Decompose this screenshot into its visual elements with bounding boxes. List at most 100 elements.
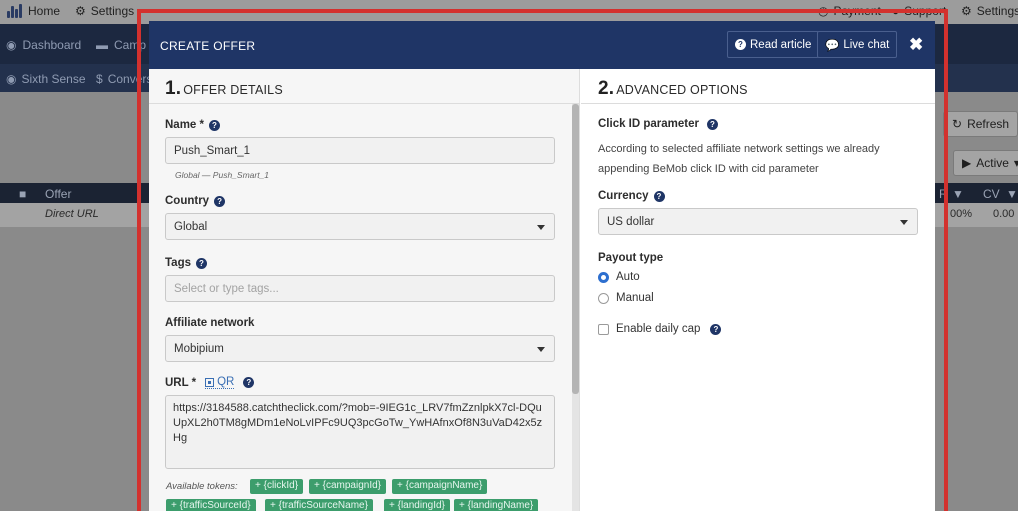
select-all-checkbox[interactable]: ■: [19, 187, 26, 201]
url-label: URL * QR ?: [165, 376, 255, 389]
name-value: Push_Smart_1: [174, 145, 251, 157]
advanced-options-title: 2. ADVANCED OPTIONS: [598, 78, 748, 100]
filter-icon[interactable]: ▼: [1006, 187, 1018, 201]
name-label: Name * ?: [165, 119, 220, 131]
settings-label: Settings: [976, 4, 1018, 18]
currency-label-text: Currency: [598, 190, 649, 202]
payout-type-label: Payout type: [598, 252, 663, 264]
token-click-id[interactable]: + {clickId}: [250, 479, 304, 494]
country-value: Global: [174, 221, 208, 233]
settings-link-right[interactable]: ⚙ Settings: [961, 4, 1018, 18]
settings-label: Settings: [90, 4, 135, 18]
read-article-button[interactable]: ? Read article: [727, 31, 820, 58]
payout-manual-radio[interactable]: Manual: [598, 292, 654, 304]
nav-sixth-sense[interactable]: ◉ Sixth Sense: [6, 72, 86, 86]
help-icon[interactable]: ?: [196, 257, 207, 269]
radio-selected-icon: [598, 271, 609, 283]
scrollbar-thumb[interactable]: [572, 104, 579, 394]
active-filter-button[interactable]: ▶ Active ▾: [953, 150, 1018, 176]
radio-unselected-icon: [598, 292, 609, 304]
nav-sixth-sense-label: Sixth Sense: [21, 72, 86, 86]
payout-auto-label: Auto: [616, 271, 640, 283]
tags-input[interactable]: Select or type tags...: [165, 275, 555, 302]
tags-label: Tags ?: [165, 257, 207, 269]
refresh-label: Refresh: [967, 117, 1010, 131]
live-chat-button[interactable]: 💬 Live chat: [817, 31, 898, 58]
eye-icon: ◉: [6, 72, 17, 86]
home-label: Home: [28, 4, 61, 18]
payout-label-text: Payout type: [598, 252, 664, 264]
currency-select[interactable]: US dollar: [598, 208, 918, 235]
row-value: 0.00: [993, 208, 1015, 220]
col-cv[interactable]: CV: [983, 187, 1000, 201]
col-offer[interactable]: Offer: [45, 187, 71, 201]
create-offer-modal: CREATE OFFER ? Read article 💬 Live chat …: [149, 21, 935, 511]
refresh-icon: ↻: [952, 117, 963, 131]
gear-icon: ⚙: [75, 4, 86, 18]
refresh-button[interactable]: ↻ Refresh: [943, 111, 1018, 137]
filter-icon[interactable]: ▼: [952, 187, 964, 201]
chevron-down-icon: [537, 225, 545, 230]
section-divider: [149, 103, 579, 104]
country-select[interactable]: Global: [165, 213, 555, 240]
play-icon: ▶: [962, 156, 972, 170]
help-icon: ?: [735, 39, 746, 50]
name-label-text: Name *: [165, 119, 204, 131]
gear-icon: ⚙: [961, 4, 972, 18]
payout-manual-label: Manual: [616, 292, 654, 304]
click-id-label: Click ID parameter ?: [598, 118, 718, 130]
currency-label: Currency ?: [598, 190, 665, 202]
help-icon[interactable]: ?: [707, 118, 718, 130]
url-textarea[interactable]: https://3184588.catchtheclick.com/?mob=-…: [165, 395, 555, 469]
token-campaign-id[interactable]: + {campaignId}: [309, 479, 386, 494]
settings-link-left[interactable]: ⚙ Settings: [75, 4, 134, 18]
modal-title: CREATE OFFER: [160, 39, 256, 53]
help-icon[interactable]: ?: [710, 323, 722, 335]
token-traffic-source-id[interactable]: + {trafficSourceId}: [166, 499, 256, 511]
active-label: Active: [976, 156, 1009, 170]
read-article-label: Read article: [750, 38, 812, 51]
country-label-text: Country: [165, 195, 210, 207]
caret-down-icon: ▾: [1013, 156, 1018, 170]
dashboard-icon: ◉: [6, 38, 17, 52]
help-icon[interactable]: ?: [653, 190, 665, 202]
logo-icon: [7, 4, 23, 18]
home-link[interactable]: Home: [7, 4, 60, 18]
token-traffic-source-name[interactable]: + {trafficSourceName}: [265, 499, 373, 511]
payout-auto-radio[interactable]: Auto: [598, 271, 640, 283]
tags-label-text: Tags: [165, 257, 191, 269]
token-landing-id[interactable]: + {landingId}: [384, 499, 450, 511]
checkbox-icon: [598, 323, 609, 335]
help-icon[interactable]: ?: [243, 377, 255, 388]
qr-label: QR: [217, 376, 235, 388]
close-icon[interactable]: ✖: [909, 36, 923, 53]
tokens-label: Available tokens:: [166, 481, 238, 492]
daily-cap-checkbox[interactable]: Enable daily cap ?: [598, 323, 722, 335]
qr-link[interactable]: QR: [205, 376, 235, 389]
name-input[interactable]: Push_Smart_1: [165, 137, 555, 164]
help-icon[interactable]: ?: [209, 119, 220, 131]
country-label: Country ?: [165, 195, 226, 207]
url-label-text: URL *: [165, 376, 197, 389]
affiliate-label-text: Affiliate network: [165, 317, 255, 329]
chevron-down-icon: [537, 347, 545, 352]
modal-header: CREATE OFFER ? Read article 💬 Live chat …: [149, 21, 935, 69]
section-title: OFFER DETAILS: [183, 83, 283, 97]
token-landing-name[interactable]: + {landingName}: [454, 499, 539, 511]
affiliate-network-select[interactable]: Mobipium: [165, 335, 555, 362]
token-campaign-name[interactable]: + {campaignName}: [392, 479, 488, 494]
section-divider: [581, 103, 935, 104]
currency-value: US dollar: [607, 216, 655, 228]
nav-dashboard[interactable]: ◉ Dashboard: [6, 38, 81, 52]
click-id-description: According to selected affiliate network …: [598, 143, 880, 175]
chat-icon: 💬: [825, 39, 840, 52]
dollar-icon: $: [96, 72, 103, 86]
section-number: 2.: [598, 78, 615, 99]
offer-details-panel: 1. OFFER DETAILS Name * ? Push_Smart_1 G…: [149, 69, 580, 511]
daily-cap-label: Enable daily cap: [616, 323, 701, 335]
section-number: 1.: [165, 78, 182, 99]
url-value: https://3184588.catchtheclick.com/?mob=-…: [173, 402, 543, 444]
help-icon[interactable]: ?: [214, 195, 226, 207]
section-title: ADVANCED OPTIONS: [616, 83, 748, 97]
scrollbar[interactable]: [572, 104, 579, 511]
